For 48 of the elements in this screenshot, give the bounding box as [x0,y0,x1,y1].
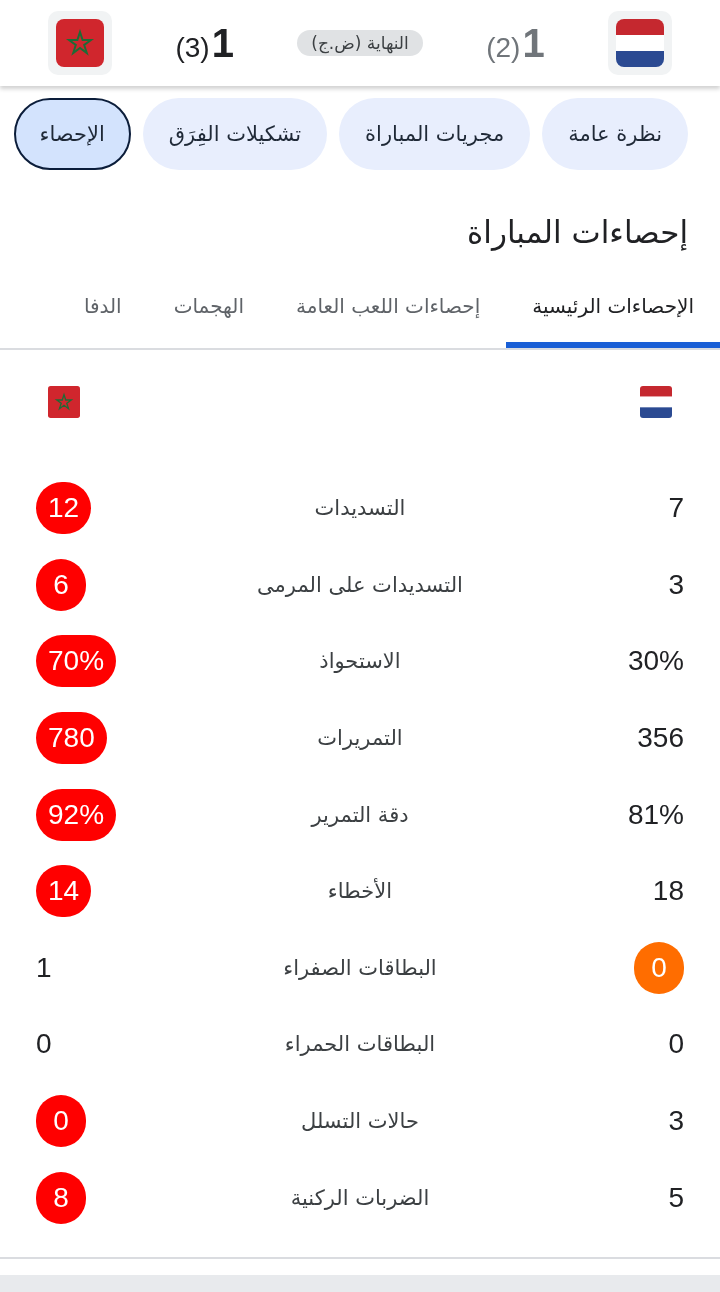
netherlands-flag-icon [640,386,672,418]
stat-value: 92% [36,788,117,841]
stat-value: 8 [36,1171,86,1224]
nav-chip[interactable]: نظرة عامة [542,98,688,170]
stat-label: حالات التسلل [300,1109,420,1134]
stat-label: دقة التمرير [309,802,410,827]
section-title: إحصاءات المباراة [466,213,689,253]
stat-value: 780 [36,712,107,765]
morocco-flag-icon [48,386,80,418]
team-score: 1 [211,20,234,66]
match-status: النهاية (ض.ج) [297,30,423,56]
stat-value: 12 [36,482,92,535]
nav-chip[interactable]: تشكيلات الفِرَق [142,98,328,170]
team-score: 1 [522,20,545,66]
stats-tab[interactable]: الهجمات [147,270,270,348]
stat-label: البطاقات الصفراء [282,955,438,980]
stat-value: 30% [627,645,684,678]
stat-value: 0 [634,941,684,994]
morocco-flag-icon [56,19,105,67]
stat-value: 1 [36,951,52,984]
stat-value: 0 [36,1095,86,1148]
penalty-score: (3) [175,31,210,64]
stat-value: 6 [36,558,86,611]
stat-label: التمريرات [316,726,404,751]
penalty-score: (2) [486,31,521,64]
stat-value: 7 [668,492,684,525]
stat-value: 18 [652,875,684,908]
stat-label: التسديدات على المرمى [256,572,464,597]
nav-chip[interactable]: الإحصاء [13,98,131,170]
stat-value: 70% [36,635,117,688]
stat-label: البطاقات الحمراء [283,1032,437,1057]
stat-value: 3 [668,568,684,601]
stat-value: 14 [36,865,92,918]
stat-label: الضربات الركنية [289,1185,431,1210]
stats-tab[interactable]: إحصاءات اللعب العامة [269,270,507,348]
stat-value: 0 [668,1028,684,1061]
stat-value: 0 [36,1028,52,1061]
stats-tab[interactable]: الدفا [57,270,148,348]
stat-value: 3 [668,1105,684,1138]
nav-chip[interactable]: مجريات المباراة [339,98,531,170]
stat-value: 356 [637,722,684,755]
stat-value: 81% [627,798,684,831]
stat-value: 5 [668,1181,684,1214]
stat-label: الأخطاء [326,879,394,904]
stats-tab[interactable]: الإحصاءات الرئيسية [506,270,720,348]
netherlands-flag-icon [616,19,664,67]
stat-label: التسديدات [313,496,407,521]
stat-label: الاستحواذ [318,649,402,674]
